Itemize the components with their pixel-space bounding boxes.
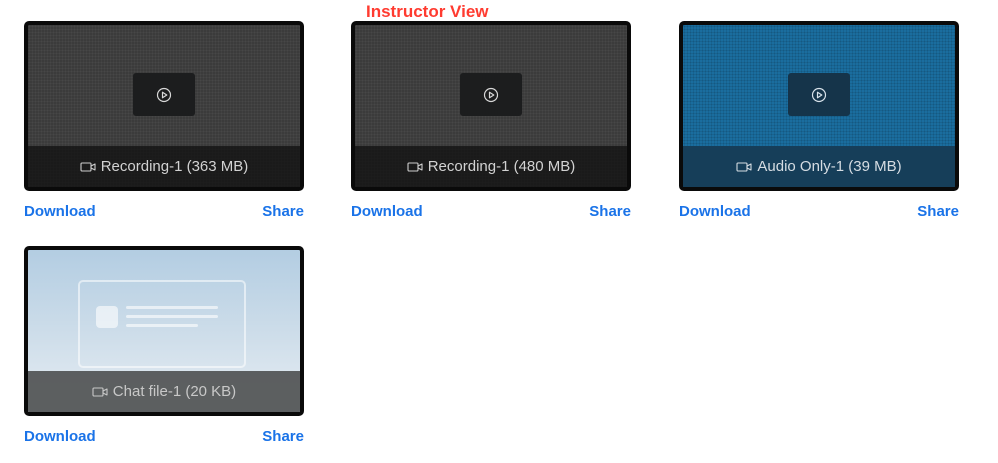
chat-text-line	[126, 306, 218, 309]
download-link[interactable]: Download	[351, 203, 423, 220]
video-camera-icon	[92, 386, 108, 398]
page-title: Instructor View	[366, 2, 489, 21]
video-camera-icon	[80, 161, 96, 173]
recording-caption: Audio Only-1 (39 MB)	[757, 158, 902, 175]
share-link[interactable]: Share	[262, 428, 304, 445]
recording-card: Audio Only-1 (39 MB) Download Share	[679, 21, 959, 225]
recording-caption-bar: Audio Only-1 (39 MB)	[683, 146, 955, 187]
chat-thumbnail[interactable]: Chat file-1 (20 KB)	[24, 246, 304, 416]
play-circle-icon	[811, 87, 827, 102]
recording-caption-bar: Chat file-1 (20 KB)	[28, 371, 300, 412]
recording-card: Recording-1 (480 MB) Download Share	[351, 21, 631, 225]
recording-caption: Recording-1 (363 MB)	[100, 158, 249, 175]
recording-caption-bar: Recording-1 (363 MB)	[28, 146, 300, 187]
play-button[interactable]	[460, 73, 522, 116]
recording-caption: Recording-1 (480 MB)	[427, 158, 576, 175]
video-camera-icon	[407, 161, 423, 173]
share-link[interactable]: Share	[589, 203, 631, 220]
card-actions: Download Share	[679, 203, 959, 225]
play-circle-icon	[483, 87, 499, 102]
chat-avatar-shape	[96, 306, 118, 328]
chat-text-line	[126, 315, 218, 318]
download-link[interactable]: Download	[679, 203, 751, 220]
audio-thumbnail[interactable]: Audio Only-1 (39 MB)	[679, 21, 959, 191]
play-button[interactable]	[788, 73, 850, 116]
chat-document-icon	[78, 280, 246, 368]
card-actions: Download Share	[24, 428, 304, 450]
recording-caption-bar: Recording-1 (480 MB)	[355, 146, 627, 187]
card-actions: Download Share	[24, 203, 304, 225]
card-actions: Download Share	[351, 203, 631, 225]
video-camera-icon	[736, 161, 752, 173]
recording-card: Recording-1 (363 MB) Download Share	[24, 21, 304, 225]
play-button[interactable]	[133, 73, 195, 116]
recording-thumbnail[interactable]: Recording-1 (480 MB)	[351, 21, 631, 191]
share-link[interactable]: Share	[262, 203, 304, 220]
recording-card: Chat file-1 (20 KB) Download Share	[24, 246, 304, 450]
download-link[interactable]: Download	[24, 428, 96, 445]
recording-thumbnail[interactable]: Recording-1 (363 MB)	[24, 21, 304, 191]
play-circle-icon	[156, 87, 172, 102]
recording-caption: Chat file-1 (20 KB)	[112, 383, 237, 400]
share-link[interactable]: Share	[917, 203, 959, 220]
chat-text-line	[126, 324, 198, 327]
download-link[interactable]: Download	[24, 203, 96, 220]
